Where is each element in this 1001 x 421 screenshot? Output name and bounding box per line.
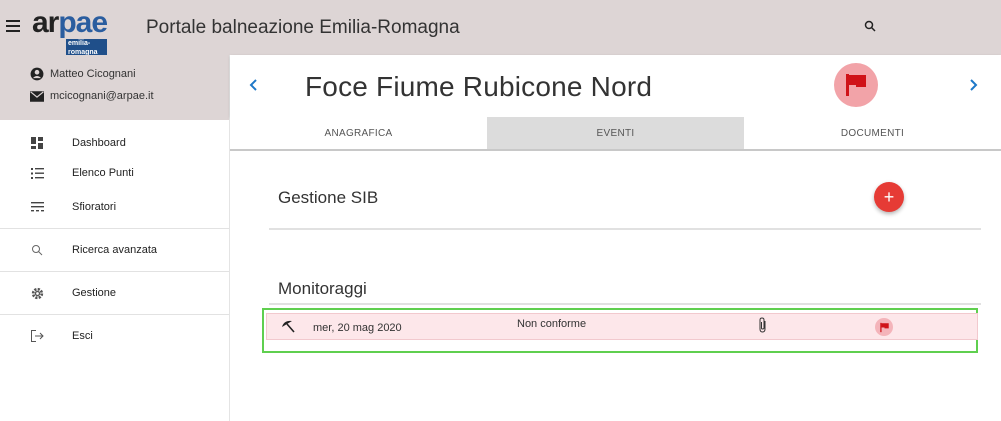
add-button[interactable]: +: [874, 182, 904, 212]
section-divider: [269, 303, 981, 305]
arpae-logo: arpae emilia-romagna: [32, 6, 108, 57]
logo-text-ar: ar: [32, 6, 59, 39]
sidebar-item-sfioratori[interactable]: Sfioratori: [0, 190, 229, 224]
section-title-monitoraggi: Monitoraggi: [278, 279, 367, 298]
table-row[interactable]: mer, 20 mag 2020 Non conforme: [266, 313, 978, 340]
logo-text-pae: pae: [58, 6, 108, 39]
mail-icon: [30, 90, 44, 102]
section-title-sib: Gestione SIB: [278, 188, 379, 207]
tab-bar: ANAGRAFICA EVENTI DOCUMENTI: [230, 117, 1001, 151]
search-icon: [30, 243, 44, 257]
chevron-right-icon[interactable]: [965, 77, 981, 93]
sidebar-item-elenco-punti[interactable]: Elenco Punti: [0, 156, 229, 190]
sidebar-item-esci[interactable]: Esci: [0, 319, 229, 353]
section-divider: [269, 228, 981, 230]
gear-icon: [30, 286, 44, 300]
menu-icon[interactable]: [6, 20, 20, 32]
sidebar-divider: [0, 314, 229, 315]
sidebar-divider: [0, 271, 229, 272]
sidebar-item-label: Esci: [72, 330, 93, 342]
list-icon: [30, 166, 44, 180]
monitoring-date: mer, 20 mag 2020: [313, 322, 402, 334]
search-button[interactable]: [853, 12, 887, 40]
beach-umbrella-icon: [281, 319, 296, 336]
user-name-row: Matteo Cicognani: [30, 63, 229, 85]
sidebar-item-label: Sfioratori: [72, 201, 117, 213]
sidebar: Matteo Cicognani mcicognani@arpae.it Das…: [0, 55, 230, 421]
sidebar-item-label: Gestione: [72, 287, 117, 299]
station-title: Foce Fiume Rubicone Nord: [305, 71, 653, 102]
dashboard-icon: [30, 136, 44, 150]
tab-documenti[interactable]: DOCUMENTI: [744, 117, 1001, 149]
user-email-row: mcicognani@arpae.it: [30, 85, 229, 107]
sidebar-item-label: Ricerca avanzata: [72, 244, 157, 256]
monitoring-result: Non conforme: [517, 318, 587, 330]
red-flag-icon: [846, 74, 866, 96]
user-name: Matteo Cicognani: [50, 68, 136, 80]
app-title: Portale balneazione Emilia-Romagna: [146, 17, 460, 38]
top-app-bar: arpae emilia-romagna Portale balneazione…: [0, 0, 1001, 57]
sidebar-item-label: Elenco Punti: [72, 167, 134, 179]
sidebar-item-ricerca-avanzata[interactable]: Ricerca avanzata: [0, 233, 229, 267]
tab-eventi[interactable]: EVENTI: [487, 117, 744, 149]
sidebar-item-gestione[interactable]: Gestione: [0, 276, 229, 310]
sidebar-item-dashboard[interactable]: Dashboard: [0, 126, 229, 160]
paperclip-icon[interactable]: [758, 317, 768, 336]
logout-icon: [30, 329, 44, 343]
user-email: mcicognani@arpae.it: [50, 90, 154, 102]
sidebar-divider: [0, 228, 229, 229]
tab-anagrafica[interactable]: ANAGRAFICA: [230, 117, 487, 149]
red-flag-icon: [875, 318, 893, 336]
chevron-left-icon[interactable]: [246, 77, 262, 93]
status-badge: [834, 63, 878, 107]
search-icon: [864, 20, 876, 32]
station-header: Foce Fiume Rubicone Nord: [230, 55, 1001, 117]
user-icon: [30, 67, 44, 81]
sidebar-item-label: Dashboard: [72, 137, 126, 149]
user-info: Matteo Cicognani mcicognani@arpae.it: [0, 55, 229, 120]
overflow-icon: [30, 200, 44, 214]
